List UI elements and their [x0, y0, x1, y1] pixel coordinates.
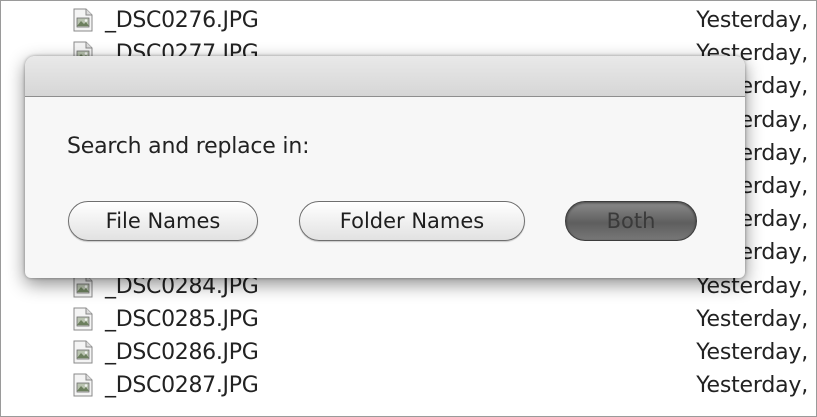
- file-date: Yesterday,: [696, 8, 808, 33]
- search-replace-dialog: Search and replace in: File Names Folder…: [25, 56, 745, 278]
- image-file-icon: [73, 340, 93, 364]
- file-date: Yesterday,: [696, 373, 808, 399]
- file-date: Yesterday,: [696, 306, 808, 332]
- file-names-button[interactable]: File Names: [68, 201, 258, 241]
- both-button[interactable]: Both: [565, 201, 697, 241]
- file-row[interactable]: _DSC0276.JPG Yesterday,: [1, 5, 816, 38]
- dialog-titlebar: [25, 56, 745, 97]
- folder-names-button[interactable]: Folder Names: [299, 201, 525, 241]
- file-name: _DSC0286.JPG: [105, 340, 259, 365]
- image-file-icon: [73, 373, 93, 397]
- file-row[interactable]: _DSC0287.JPG Yesterday,: [1, 370, 816, 403]
- image-file-icon: [73, 8, 93, 32]
- file-name: _DSC0276.JPG: [105, 8, 259, 33]
- file-name: _DSC0285.JPG: [105, 306, 259, 332]
- image-file-icon: [73, 307, 93, 331]
- finder-window: _DSC0276.JPG Yesterday, _DSC0277.JPG Yester…: [0, 0, 817, 417]
- file-name: _DSC0287.JPG: [105, 373, 259, 399]
- file-row[interactable]: _DSC0285.JPG Yesterday,: [1, 304, 816, 337]
- dialog-prompt: Search and replace in:: [67, 134, 310, 159]
- file-date: Yesterday,: [696, 340, 808, 365]
- file-row[interactable]: _DSC0286.JPG Yesterday,: [1, 337, 816, 370]
